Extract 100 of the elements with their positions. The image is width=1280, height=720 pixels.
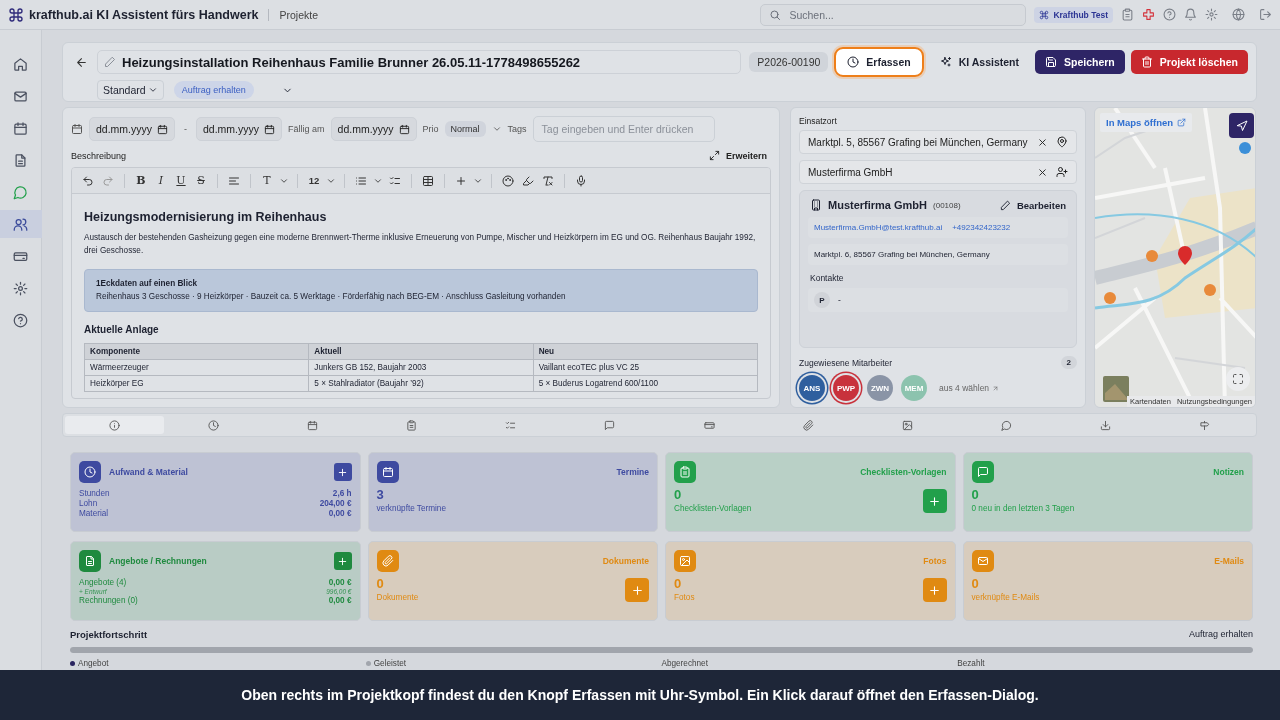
add-button[interactable] [333, 463, 352, 481]
address-field[interactable]: Marktpl. 5, 85567 Grafing bei München, Germany [799, 130, 1077, 154]
date-field[interactable]: dd.mm.yyyy [89, 117, 175, 141]
globe-icon [1232, 8, 1245, 21]
delete-button[interactable]: Projekt löschen [1130, 50, 1248, 74]
plus-icon [455, 174, 467, 187]
format-button[interactable]: S [193, 171, 209, 190]
logo-icon [1039, 9, 1050, 20]
assistant-button[interactable]: KI Assistent [929, 50, 1029, 74]
priority-select[interactable]: Normal [444, 121, 486, 137]
choose-link[interactable]: aus 4 wählen [939, 383, 1000, 393]
search-icon [769, 8, 782, 21]
card-title: Notizen [1213, 467, 1244, 477]
info-icon [109, 419, 121, 431]
format-button[interactable]: U [173, 171, 189, 190]
notification-button[interactable] [1184, 8, 1197, 21]
description-label: Beschreibung [71, 150, 127, 161]
card-subtitle: verknüpfte E-Mails [971, 593, 1040, 602]
clipboard-icon [1121, 8, 1134, 21]
pencil-icon [999, 199, 1011, 211]
member-avatar[interactable]: ANS [799, 375, 825, 401]
arrow-icon [992, 384, 1000, 392]
trash-icon [1140, 56, 1153, 68]
calendar-icon [398, 123, 410, 135]
microphone-icon [575, 174, 587, 187]
document-icon [84, 555, 96, 567]
customer-field[interactable]: Musterfirma GmbH [799, 160, 1077, 184]
add-button[interactable] [333, 552, 352, 570]
clear-format-icon [542, 174, 554, 187]
member-avatar[interactable]: PWP [833, 375, 859, 401]
heading-button[interactable]: T [259, 171, 275, 190]
card-count: 0 [674, 576, 683, 591]
document-icon [13, 152, 28, 168]
card-subtitle: 0 neu in den letzten 3 Tagen [971, 504, 1075, 513]
mail-icon [13, 88, 28, 104]
navigate-button[interactable] [1229, 113, 1254, 138]
phone-link[interactable]: +492342423232 [952, 223, 1011, 232]
customer-name: Musterfirma GmbH [828, 199, 928, 211]
table-cell: Junkers GB 152, Baujahr 2003 [308, 359, 534, 376]
due-label: Fällig am [288, 124, 325, 134]
plus-icon [928, 494, 941, 508]
table-icon [422, 174, 434, 187]
text-editor[interactable] [71, 167, 771, 399]
help-button[interactable] [1163, 8, 1176, 21]
add-button[interactable] [922, 489, 947, 513]
table-cell: Heizkörper EG [84, 375, 309, 392]
workspace-badge[interactable]: Krafthub Test [1034, 6, 1113, 23]
chat-icon [1000, 419, 1012, 431]
project-number: P2026-00190 [749, 52, 829, 72]
edit-button[interactable]: Bearbeiten [999, 199, 1066, 211]
cross-icon [1142, 8, 1155, 21]
section-tab[interactable] [65, 416, 165, 434]
font-size-select[interactable]: 12 [306, 171, 322, 190]
logout-button[interactable] [1259, 8, 1272, 21]
row-label: Lohn [79, 499, 98, 508]
clipboard-button[interactable] [1121, 8, 1134, 21]
open-maps-button[interactable]: In Maps öffnen [1100, 113, 1193, 132]
capture-button[interactable]: Erfassen [834, 47, 924, 77]
progress-status: Auftrag erhalten [1188, 629, 1253, 640]
navigation-icon [1235, 119, 1248, 132]
format-button[interactable]: B [133, 171, 149, 190]
document-heading: Heizungsmodernisierung im Reihenhaus [84, 210, 328, 224]
calendar-icon [381, 466, 394, 478]
close-icon [1037, 166, 1048, 178]
table-cell: 5 × Buderus Logatrend 600/1100 [533, 375, 758, 392]
plus-icon [928, 583, 941, 597]
row-value: 2,6 h [332, 489, 352, 498]
plus-icon [337, 466, 348, 478]
checklist-icon [505, 419, 517, 431]
row-value: 0,00 € [328, 578, 352, 587]
users-icon [13, 216, 28, 232]
card-title: Termine [616, 467, 649, 477]
breadcrumb[interactable]: Projekte [279, 8, 318, 21]
email-link[interactable]: Musterfirma.GmbH@test.krafthub.ai [814, 223, 943, 232]
template-dropdown[interactable]: Standard [97, 80, 164, 100]
settings-button[interactable] [1205, 8, 1218, 21]
save-button[interactable]: Speichern [1035, 50, 1125, 74]
date-field[interactable]: dd.mm.yyyy [330, 117, 417, 141]
language-button[interactable] [1232, 8, 1245, 21]
paperclip-icon [381, 555, 394, 567]
logout-icon [1259, 8, 1272, 21]
bell-icon [1184, 8, 1197, 21]
cross-button[interactable] [1142, 8, 1155, 21]
search-field[interactable]: Suchen... [760, 3, 1027, 26]
card-count: 0 [674, 487, 683, 502]
expand-button[interactable]: Erweitern [709, 150, 771, 161]
card-subtitle: Fotos [674, 593, 695, 602]
close-icon [1037, 136, 1048, 148]
date-field[interactable]: dd.mm.yyyy [196, 117, 283, 141]
title-field[interactable]: Heizungsinstallation Reihenhaus Familie Brunner 26.05.11-1778498655262 [97, 50, 742, 74]
column-header: Komponente [84, 343, 309, 360]
card-title: E-Mails [1214, 556, 1244, 566]
plus-icon [630, 583, 644, 597]
calendar-icon [307, 419, 319, 431]
paperclip-icon [802, 419, 814, 431]
calendar-icon [13, 120, 28, 136]
format-button[interactable]: I [153, 171, 169, 190]
sidebar-item[interactable] [0, 210, 42, 238]
fullscreen-icon [1232, 373, 1244, 385]
card-title: Dokumente [602, 556, 649, 566]
